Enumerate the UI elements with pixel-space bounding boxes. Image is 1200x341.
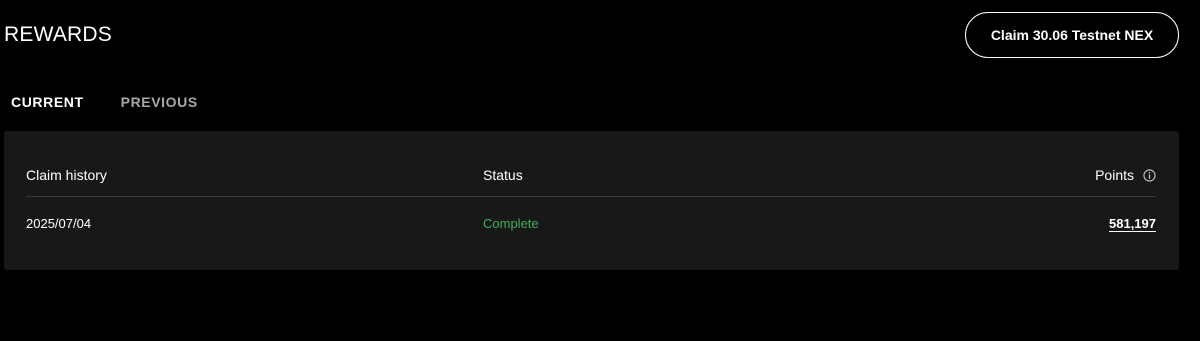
column-header-points-label: Points: [1095, 167, 1134, 183]
points-cell: 581,197: [1109, 216, 1156, 231]
claim-date: 2025/07/04: [26, 216, 92, 231]
column-header-claim-history: Claim history: [26, 167, 107, 183]
points-value-link[interactable]: 581,197: [1109, 216, 1156, 231]
column-header-status: Status: [483, 167, 523, 183]
claim-history-panel: Claim history Status Points 2025/07/04 C…: [4, 131, 1179, 270]
tab-previous[interactable]: PREVIOUS: [121, 94, 198, 110]
status-badge: Complete: [483, 216, 539, 231]
tab-current[interactable]: CURRENT: [11, 94, 84, 110]
claim-button[interactable]: Claim 30.06 Testnet NEX: [965, 12, 1179, 58]
table-row: 2025/07/04 Complete 581,197: [26, 216, 1156, 238]
info-icon[interactable]: [1143, 168, 1156, 182]
rewards-page: REWARDS Claim 30.06 Testnet NEX CURRENT …: [0, 0, 1200, 341]
page-title: REWARDS: [4, 23, 112, 46]
column-header-points: Points: [1095, 167, 1156, 183]
tab-bar: CURRENT PREVIOUS: [11, 94, 198, 110]
table-header: Claim history Status Points: [26, 167, 1156, 197]
